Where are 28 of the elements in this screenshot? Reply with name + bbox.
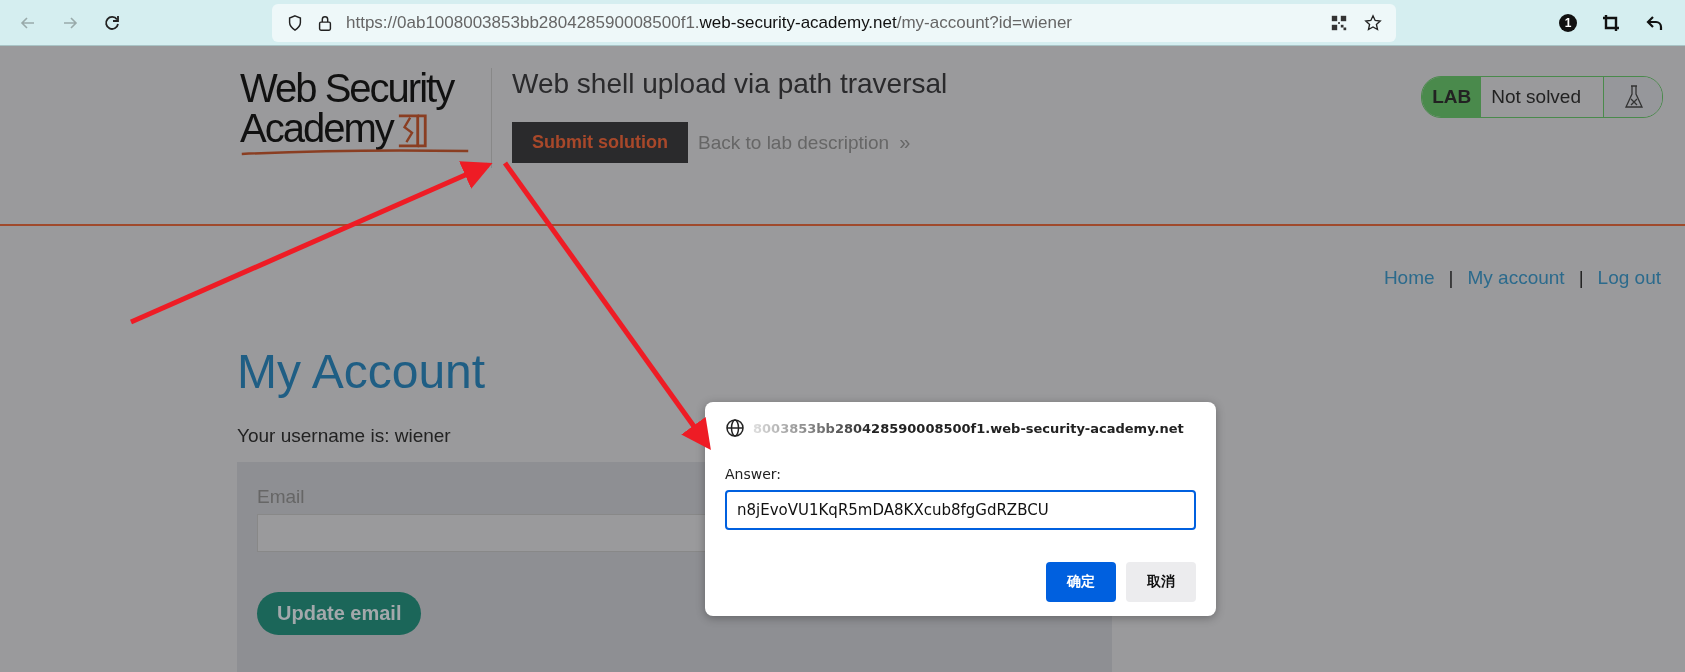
logo-text: Web Security — [240, 68, 455, 108]
flask-icon — [1624, 84, 1644, 110]
shield-icon[interactable] — [286, 13, 304, 32]
globe-icon — [725, 418, 745, 438]
submit-solution-button[interactable]: Submit solution — [512, 122, 688, 163]
chevron-icon: » — [899, 131, 911, 154]
crop-icon[interactable] — [1601, 12, 1621, 33]
logo-text: Academy — [240, 108, 393, 148]
url-text: https://0ab1008003853bb280428590008500f1.web-security-academy.net/my-account?id=wiener — [346, 12, 1073, 33]
extension-badge[interactable]: 1 — [1559, 13, 1577, 32]
lock-icon[interactable] — [316, 13, 334, 32]
nav-link[interactable]: Log out — [1597, 267, 1661, 289]
answer-input[interactable]: n8jEvoVU1KqR5mDA8KXcub8fgGdRZBCU — [725, 490, 1196, 530]
nav-link[interactable]: Home — [1383, 267, 1435, 289]
nav-link[interactable]: My account — [1467, 267, 1565, 289]
page-heading: My Account — [237, 344, 486, 399]
username-text: Your username is: wiener — [237, 425, 451, 447]
qr-code-icon[interactable] — [1330, 13, 1348, 32]
update-email-button[interactable]: Update email — [257, 592, 422, 635]
star-icon[interactable] — [1364, 13, 1382, 32]
cancel-button[interactable]: 取消 — [1126, 562, 1196, 602]
nav-separator: | — [1448, 267, 1454, 289]
answer-label: Answer: — [725, 466, 783, 482]
ok-button[interactable]: 确定 — [1046, 562, 1116, 602]
lab-title: Web shell upload via path traversal — [512, 68, 948, 100]
address-bar[interactable]: https://0ab1008003853bb280428590008500f1.web-security-academy.net/my-account?id=wiener — [272, 3, 1396, 42]
nav-separator: | — [1578, 267, 1584, 289]
lab-label: LAB — [1422, 77, 1482, 117]
